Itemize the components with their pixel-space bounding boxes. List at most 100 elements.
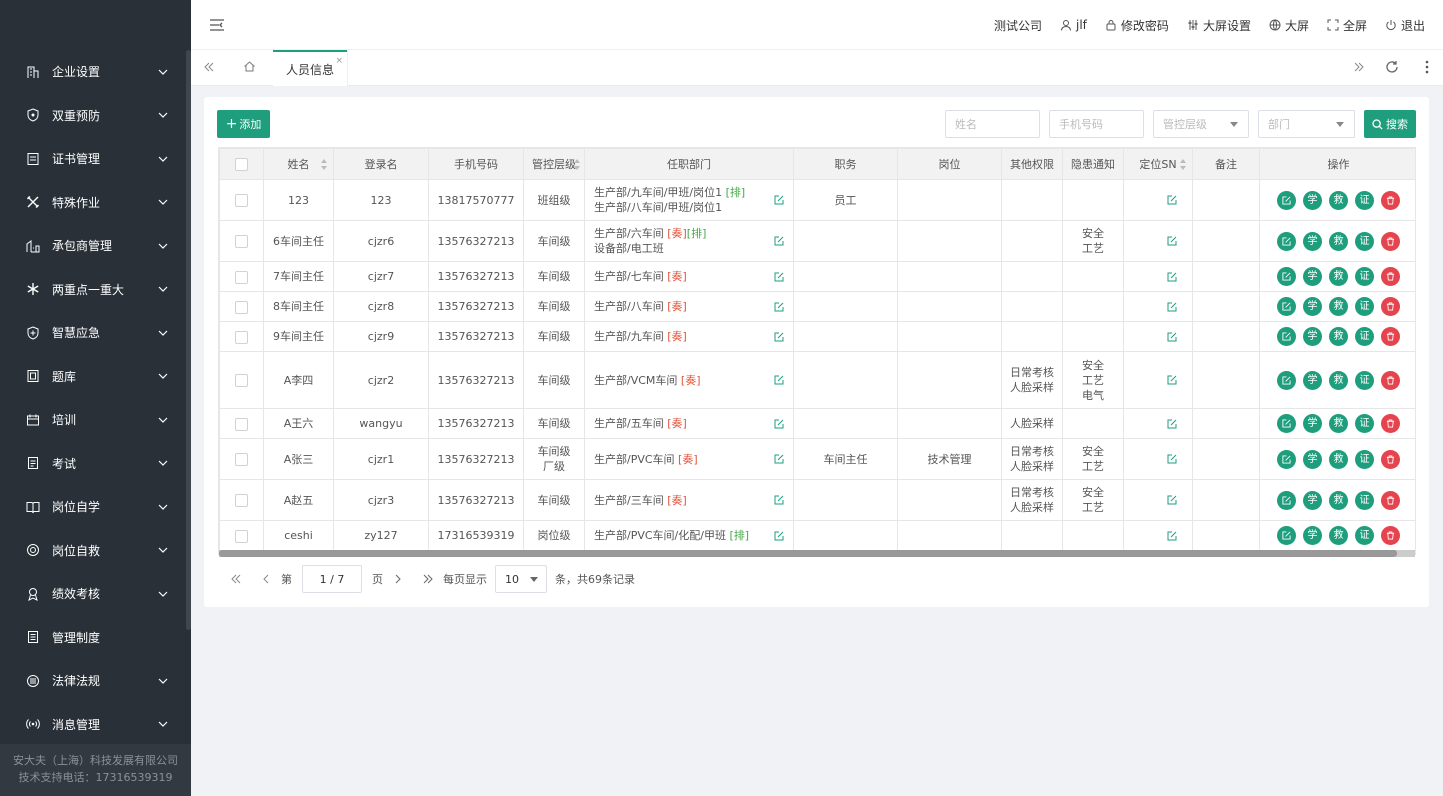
sort-icon[interactable] [321,159,327,170]
search-button[interactable]: 搜索 [1364,110,1416,138]
table-row[interactable]: 9车间主任 cjzr9 13576327213 车间级 生产部/九车间 [奏] 学救证 [219,321,1415,352]
sidebar-item-10[interactable]: 岗位自学 [0,485,186,529]
table-row[interactable]: 123 123 13817570777 班组级 生产部/九车间/甲班/岗位1 [排] 生产… [219,179,1415,221]
change-password-link[interactable]: 修改密码 [1105,17,1169,34]
checkbox[interactable] [235,300,248,314]
row-select[interactable] [219,321,264,352]
sidebar-item-1[interactable]: 双重预防 [0,94,186,138]
tab-personnel-info[interactable]: 人员信息 × [273,50,347,86]
col-location-sn[interactable]: 定位SN [1123,148,1193,180]
edit-icon[interactable] [774,195,784,205]
row-select[interactable] [219,220,264,262]
add-button[interactable]: + 添加 [217,110,270,138]
rescue-button[interactable]: 救 [1329,327,1348,346]
sidebar-item-13[interactable]: 管理制度 [0,616,186,660]
edit-icon[interactable] [774,495,784,505]
table-row[interactable]: A张三 cjzr1 13576327213 车间级 厂级 生产部/PVC车间 [奏] 车间主… [219,438,1415,480]
edit-icon[interactable] [774,302,784,312]
study-button[interactable]: 学 [1303,267,1322,286]
col-name[interactable]: 姓名 [263,148,334,180]
rescue-button[interactable]: 救 [1329,267,1348,286]
edit-icon[interactable] [1167,531,1177,541]
table-row[interactable]: A赵五 cjzr3 13576327213 车间级 生产部/三车间 [奏] 日常考核 人脸采… [219,479,1415,521]
tabs-scroll-right-icon[interactable] [1353,61,1365,73]
table-row[interactable]: 8车间主任 cjzr8 13576327213 车间级 生产部/八车间 [奏] 学救证 [219,291,1415,322]
edit-icon[interactable] [774,531,784,541]
delete-button[interactable] [1381,490,1400,510]
col-level[interactable]: 管控层级 [523,148,585,180]
checkbox[interactable] [235,330,248,344]
edit-icon[interactable] [774,375,784,385]
header-select-all[interactable] [219,148,264,180]
checkbox[interactable] [235,194,248,207]
table-row[interactable]: 6车间主任 cjzr6 13576327213 车间级 生产部/六车间 [奏][排] 设备… [219,220,1415,262]
page-size-select[interactable]: 10 [495,565,547,593]
first-page-icon[interactable] [229,572,243,586]
certificate-button[interactable]: 证 [1355,414,1374,433]
sidebar-item-15[interactable]: 消息管理 [0,703,186,747]
sidebar-item-12[interactable]: 绩效考核 [0,572,186,616]
edit-button[interactable] [1277,526,1296,545]
edit-icon[interactable] [1167,272,1177,282]
delete-button[interactable] [1381,370,1400,390]
tabs-scroll-left-icon[interactable] [203,61,215,73]
rescue-button[interactable]: 救 [1329,231,1348,251]
edit-button[interactable] [1277,490,1296,510]
checkbox[interactable] [235,235,248,248]
delete-button[interactable] [1381,267,1400,286]
row-select[interactable] [219,351,264,409]
edit-icon[interactable] [1167,495,1177,505]
edit-icon[interactable] [774,272,784,282]
certificate-button[interactable]: 证 [1355,490,1374,510]
phone-input[interactable]: 手机号码 [1049,110,1144,138]
row-select[interactable] [219,261,264,292]
study-button[interactable]: 学 [1303,490,1322,510]
sidebar-item-4[interactable]: 承包商管理 [0,224,186,268]
certificate-button[interactable]: 证 [1355,327,1374,346]
certificate-button[interactable]: 证 [1355,297,1374,316]
certificate-button[interactable]: 证 [1355,190,1374,210]
sidebar-scrollbar[interactable] [186,50,191,630]
sidebar-item-0[interactable]: 企业设置 [0,50,186,94]
row-select[interactable] [219,438,264,480]
row-select[interactable] [219,520,264,551]
table-row[interactable]: A王六 wangyu 13576327213 车间级 生产部/五车间 [奏] 人脸采样 学救… [219,408,1415,439]
home-icon[interactable] [243,60,256,73]
edit-icon[interactable] [1167,419,1177,429]
delete-button[interactable] [1381,190,1400,210]
checkbox[interactable] [235,529,248,543]
study-button[interactable]: 学 [1303,297,1322,316]
rescue-button[interactable]: 救 [1329,370,1348,390]
scrollbar-thumb[interactable] [219,550,1397,557]
certificate-button[interactable]: 证 [1355,267,1374,286]
edit-icon[interactable] [774,454,784,464]
rescue-button[interactable]: 救 [1329,190,1348,210]
certificate-button[interactable]: 证 [1355,449,1374,469]
sort-icon[interactable] [574,159,580,170]
company-name[interactable]: 测试公司 [994,17,1042,34]
checkbox[interactable] [235,494,248,507]
table-row[interactable]: A李四 cjzr2 13576327213 车间级 生产部/VCM车间 [奏] 日常考核人… [219,351,1415,409]
edit-icon[interactable] [1167,236,1177,246]
row-select[interactable] [219,408,264,439]
edit-icon[interactable] [774,236,784,246]
checkbox[interactable] [235,417,248,431]
level-select[interactable]: 管控层级 [1153,110,1249,138]
checkbox[interactable] [235,157,248,171]
rescue-button[interactable]: 救 [1329,414,1348,433]
edit-icon[interactable] [774,332,784,342]
edit-button[interactable] [1277,297,1296,316]
edit-icon[interactable] [1167,332,1177,342]
edit-icon[interactable] [1167,375,1177,385]
edit-button[interactable] [1277,267,1296,286]
certificate-button[interactable]: 证 [1355,231,1374,251]
sidebar-item-7[interactable]: 题库 [0,355,186,399]
study-button[interactable]: 学 [1303,370,1322,390]
more-options-icon[interactable] [1425,60,1429,74]
study-button[interactable]: 学 [1303,526,1322,545]
row-select[interactable] [219,179,264,221]
delete-button[interactable] [1381,449,1400,469]
edit-button[interactable] [1277,327,1296,346]
fullscreen-link[interactable]: 全屏 [1327,17,1367,34]
prev-page-icon[interactable] [259,572,273,586]
